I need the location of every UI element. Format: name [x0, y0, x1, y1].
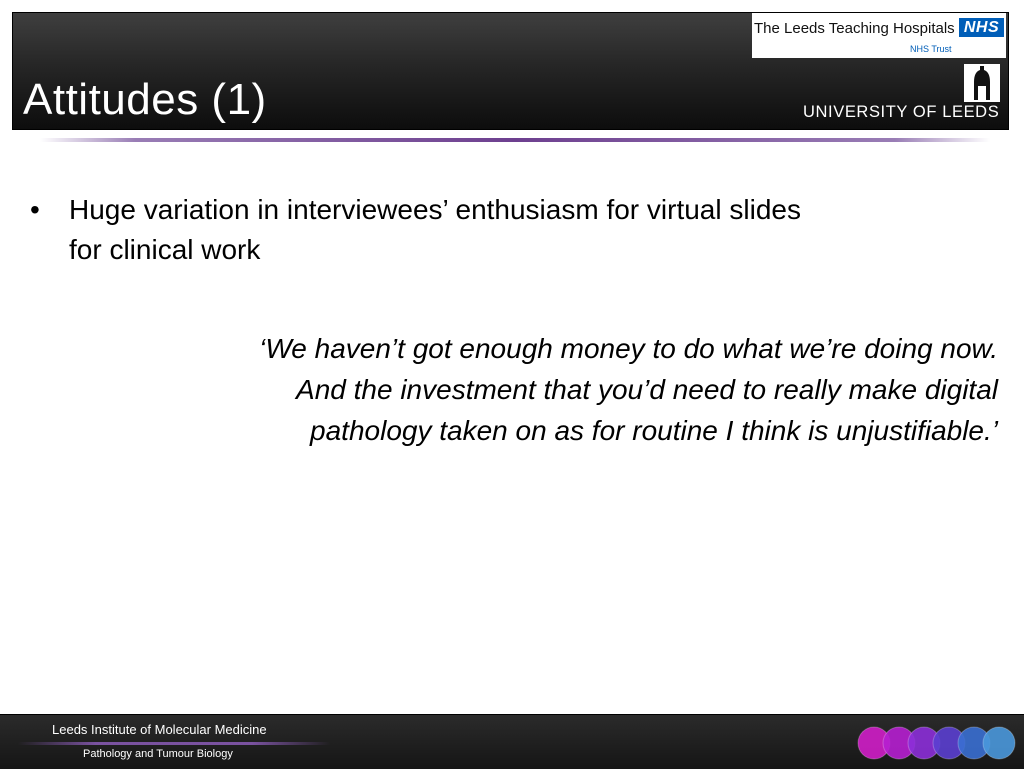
bullet-marker: • [30, 194, 40, 225]
nhs-trust-logo: The Leeds Teaching Hospitals NHS NHS Tru… [752, 13, 1006, 58]
bullet-line: Huge variation in interviewees’ enthusia… [69, 194, 801, 225]
nhs-mark: NHS [959, 18, 1004, 37]
bullet-list: • Huge variation in interviewees’ enthus… [30, 190, 980, 270]
bullet-item: • Huge variation in interviewees’ enthus… [30, 190, 980, 270]
university-name: UNIVERSITY OF LEEDS [803, 103, 1000, 121]
quote-line: And the investment that you’d need to re… [296, 374, 998, 405]
footer-department: Pathology and Tumour Biology [83, 748, 233, 760]
university-crest-icon [964, 64, 1000, 102]
quote-line: pathology taken on as for routine I thin… [310, 415, 998, 446]
slide-header: The Leeds Teaching Hospitals NHS NHS Tru… [12, 12, 1009, 130]
footer-divider [18, 742, 330, 745]
footer-institute: Leeds Institute of Molecular Medicine [52, 722, 267, 737]
quote-line: ‘We haven’t got enough money to do what … [259, 333, 998, 364]
nhs-trust-name: The Leeds Teaching Hospitals [754, 20, 955, 37]
tissue-circles-icon [857, 726, 1016, 760]
nhs-trust-label: NHS Trust [910, 44, 952, 54]
title-divider [40, 138, 990, 142]
bullet-line: for clinical work [69, 234, 261, 265]
slide-title: Attitudes (1) [23, 75, 267, 124]
slide-footer: Leeds Institute of Molecular Medicine Pa… [0, 714, 1024, 769]
interview-quote: ‘We haven’t got enough money to do what … [70, 328, 998, 451]
footer-circle [982, 726, 1016, 760]
